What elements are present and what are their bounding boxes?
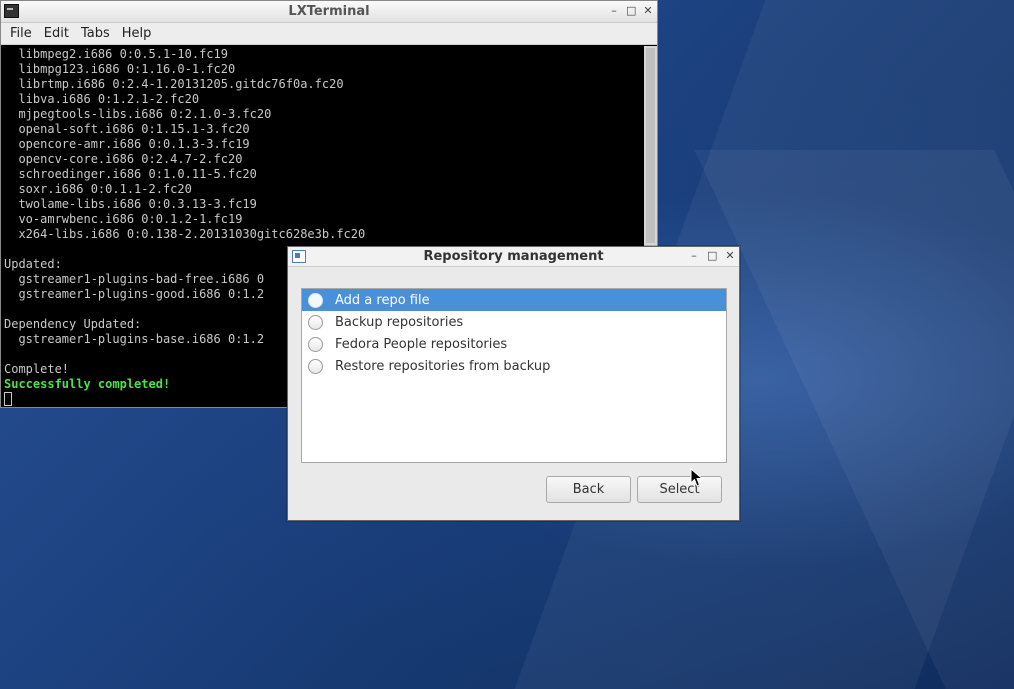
close-icon[interactable]: ✕ xyxy=(643,4,653,18)
terminal-line: mjpegtools-libs.i686 0:2.1.0-3.fc20 xyxy=(4,107,272,121)
menu-tabs[interactable]: Tabs xyxy=(75,26,116,41)
terminal-line: twolame-libs.i686 0:0.3.13-3.fc19 xyxy=(4,197,257,211)
maximize-icon[interactable]: □ xyxy=(707,249,717,263)
repo-options-list: Add a repo file Backup repositories Fedora… xyxy=(301,288,727,463)
menu-help[interactable]: Help xyxy=(116,26,158,41)
terminal-line: schroedinger.i686 0:1.0.11-5.fc20 xyxy=(4,167,257,181)
menu-file[interactable]: File xyxy=(4,26,38,41)
repo-option-row[interactable]: Fedora People repositories xyxy=(302,333,726,355)
radio-icon[interactable] xyxy=(308,292,323,308)
terminal-line: x264-libs.i686 0:0.138-2.20131030gitc628… xyxy=(4,227,366,241)
terminal-cursor xyxy=(4,392,12,406)
terminal-line: opencv-core.i686 0:2.4.7-2.fc20 xyxy=(4,152,243,166)
repo-option-label: Fedora People repositories xyxy=(335,336,508,352)
mouse-cursor-icon xyxy=(690,468,704,487)
terminal-title: LXTerminal xyxy=(288,4,370,19)
terminal-line: libmpg123.i686 0:1.16.0-1.fc20 xyxy=(4,62,236,76)
terminal-scroll-thumb[interactable] xyxy=(646,48,655,243)
repo-option-label: Restore repositories from backup xyxy=(335,358,551,374)
radio-icon[interactable] xyxy=(308,358,323,374)
repo-option-label: Add a repo file xyxy=(335,292,430,308)
close-icon[interactable]: ✕ xyxy=(725,249,735,263)
terminal-menubar: File Edit Tabs Help xyxy=(1,23,657,45)
menu-edit[interactable]: Edit xyxy=(38,26,75,41)
repo-option-row[interactable]: Backup repositories xyxy=(302,311,726,333)
dialog-title: Repository management xyxy=(423,249,604,264)
terminal-line: soxr.i686 0:0.1.1-2.fc20 xyxy=(4,182,192,196)
radio-icon[interactable] xyxy=(308,336,323,352)
dialog-titlebar[interactable]: Repository management – □ ✕ xyxy=(288,247,739,267)
repo-option-row[interactable]: Add a repo file xyxy=(302,289,726,311)
terminal-line: libmpeg2.i686 0:0.5.1-10.fc19 xyxy=(4,47,228,61)
back-button[interactable]: Back xyxy=(546,476,631,503)
terminal-titlebar[interactable]: LXTerminal – □ ✕ xyxy=(1,1,657,23)
repo-option-row[interactable]: Restore repositories from backup xyxy=(302,355,726,377)
terminal-line: openal-soft.i686 0:1.15.1-3.fc20 xyxy=(4,122,250,136)
minimize-icon[interactable]: – xyxy=(609,4,619,18)
select-button[interactable]: Select xyxy=(637,476,722,503)
terminal-line: librtmp.i686 0:2.4-1.20131205.gitdc76f0a… xyxy=(4,77,344,91)
terminal-line: opencore-amr.i686 0:0.1.3-3.fc19 xyxy=(4,137,250,151)
repository-dialog: Repository management – □ ✕ Add a repo f… xyxy=(287,246,740,521)
terminal-line: libva.i686 0:1.2.1-2.fc20 xyxy=(4,92,200,106)
minimize-icon[interactable]: – xyxy=(689,249,699,263)
terminal-line: vo-amrwbenc.i686 0:0.1.2-1.fc19 xyxy=(4,212,243,226)
repo-option-label: Backup repositories xyxy=(335,314,464,330)
maximize-icon[interactable]: □ xyxy=(626,4,636,18)
radio-icon[interactable] xyxy=(308,314,323,330)
